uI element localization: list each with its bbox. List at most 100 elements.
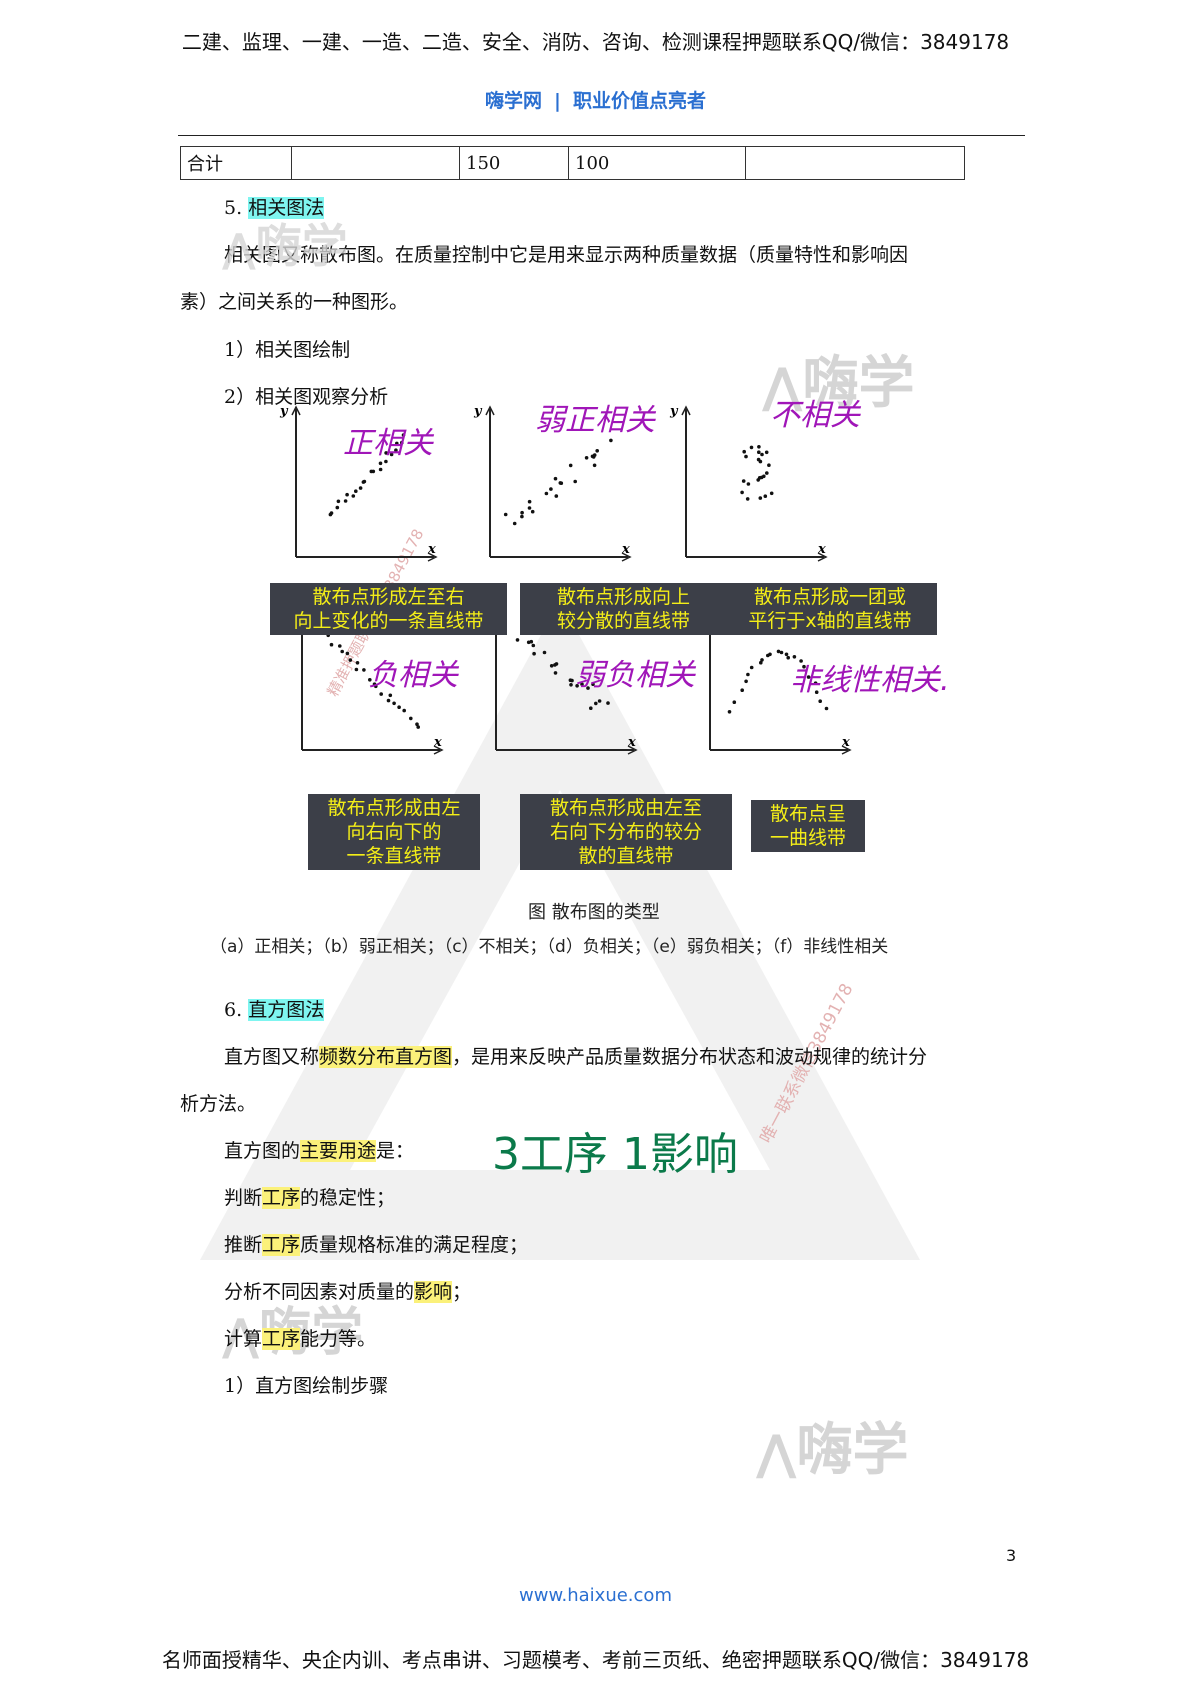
scatter-point — [757, 445, 761, 449]
scatter-point — [392, 701, 396, 706]
scatter-point — [362, 479, 367, 484]
x-axis-label: x — [433, 735, 442, 750]
scatter-point — [527, 499, 532, 504]
scatter-point — [512, 521, 517, 526]
section6-uses: 直方图的主要用途是： — [224, 1140, 415, 1162]
scatter-point — [584, 456, 589, 460]
scatter-point — [758, 459, 763, 464]
section6-heading: 6. 直方图法 — [224, 995, 325, 1022]
scatter-point — [553, 663, 557, 667]
scatter-point — [338, 644, 342, 648]
scatter-point — [329, 511, 334, 515]
scatter-point — [744, 679, 748, 684]
scatter-point — [544, 491, 549, 496]
scatter-point — [609, 438, 613, 443]
table-row: 合计 150 100 — [180, 146, 965, 180]
scatter-point — [336, 499, 341, 504]
scatter-point — [765, 471, 769, 475]
handwritten-label: 弱负相关 — [575, 658, 695, 693]
footer-url[interactable]: www.haixue.com — [0, 1585, 1191, 1606]
scatter-point — [606, 701, 610, 705]
handwritten-label: 正相关 — [343, 426, 433, 461]
x-axis-label: x — [621, 542, 630, 557]
scatter-point — [760, 658, 764, 662]
scatter-point — [592, 453, 597, 457]
x-axis-label: x — [427, 542, 436, 557]
scatter-point — [763, 494, 768, 498]
y-axis-label: y — [279, 404, 289, 419]
scatter-point — [595, 449, 599, 453]
scatter-point — [740, 490, 744, 495]
scatter-point — [732, 700, 737, 704]
y-axis-label: y — [669, 404, 679, 419]
total-row-table: 合计 150 100 — [180, 146, 965, 180]
scatter-point — [769, 491, 774, 496]
header-brand: 嗨学网 | 职业价值点亮者 — [0, 86, 1191, 113]
handwritten-label: 非线性相关. — [790, 663, 950, 698]
scatter-point — [409, 716, 413, 721]
table-cell — [745, 146, 965, 180]
section-number: 6. — [224, 999, 243, 1021]
figure-title: 图 散布图的类型 — [528, 902, 660, 923]
scatter-point — [531, 643, 536, 648]
scatter-point — [764, 450, 769, 455]
scatter-point — [589, 706, 593, 710]
scatter-point — [742, 449, 746, 454]
section-title: 直方图法 — [248, 999, 325, 1021]
section5-step1: 1）相关图绘制 — [224, 339, 351, 361]
scatter-point — [520, 514, 524, 519]
scatter-point — [388, 693, 393, 698]
scatter-point — [402, 708, 406, 713]
brand-separator: | — [554, 90, 561, 112]
scatter-point — [746, 672, 750, 677]
scatter-point — [549, 487, 553, 491]
scatter-point — [542, 650, 547, 655]
scatter-point — [553, 476, 558, 481]
scatter-point — [329, 642, 334, 647]
table-cell: 150 — [459, 146, 569, 180]
table-cell: 100 — [568, 146, 746, 180]
panel-caption: 散布点形成由左至 右向下分布的较分 散的直线带 — [520, 794, 732, 870]
scatter-point — [568, 463, 573, 468]
scatter-point — [746, 482, 751, 486]
scatter-point — [340, 649, 344, 654]
section6-definition: 直方图又称频数分布直方图，是用来反映产品质量数据分布状态和波动规律的统计分 — [224, 1046, 928, 1068]
footer-promo-line: 名师面授精华、央企内训、考点串讲、习题模考、考前三页纸、绝密押题联系QQ/微信：… — [161, 1648, 1030, 1672]
panel-caption: 散布点呈 一曲线带 — [751, 800, 865, 852]
scatter-point — [369, 469, 374, 474]
scatter-point — [345, 651, 350, 656]
scatter-point — [358, 486, 363, 490]
scatter-point — [532, 651, 536, 656]
figure-legend: （a）正相关；（b）弱正相关；（c）不相关；（d）负相关；（e）弱负相关；（f）… — [210, 937, 889, 957]
scatter-point — [818, 699, 822, 703]
use-item: 分析不同因素对质量的影响； — [224, 1281, 472, 1303]
scatter-point — [757, 450, 761, 454]
page-number: 3 — [1006, 1546, 1017, 1565]
scatter-point — [355, 661, 360, 665]
scatter-point — [362, 668, 366, 672]
panel-caption: 散布点形成一团或 平行于x轴的直线带 — [723, 583, 937, 635]
scatter-point — [758, 496, 763, 500]
scatter-point — [343, 499, 348, 503]
y-axis-label: y — [473, 404, 483, 419]
section5-intro-cont: 素）之间关系的一种图形。 — [180, 291, 409, 313]
brand-slogan: 职业价值点亮者 — [572, 90, 706, 112]
use-item: 计算工序能力等。 — [224, 1328, 377, 1350]
logo-watermark: ⋀嗨学 — [756, 1418, 909, 1483]
scatter-point — [354, 489, 358, 493]
scatter-point — [759, 475, 764, 480]
scatter-point — [351, 494, 356, 498]
handwritten-label: 不相关 — [770, 398, 860, 433]
scatter-point — [515, 638, 520, 642]
scatter-point — [740, 688, 744, 692]
scatter-point — [335, 505, 340, 510]
scatter-point — [779, 650, 784, 655]
scatter-point — [824, 706, 829, 711]
handwritten-label: 弱正相关 — [535, 403, 655, 438]
scatter-point — [573, 479, 577, 484]
table-cell — [291, 146, 460, 180]
scatter-point — [784, 652, 789, 657]
handwritten-label: 负相关 — [368, 658, 458, 693]
scatter-point — [749, 665, 754, 670]
section6-definition-cont: 析方法。 — [180, 1093, 257, 1115]
